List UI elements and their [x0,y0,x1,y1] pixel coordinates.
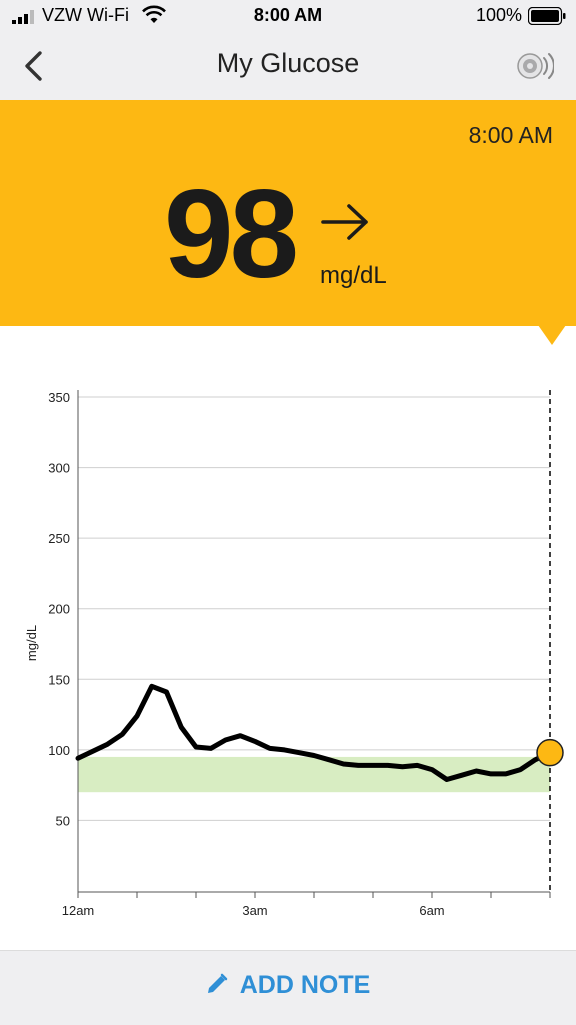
add-note-label: ADD NOTE [239,971,371,999]
glucose-reading-panel: 8:00 AM 98 [0,100,576,326]
x-tick-label: 3am [242,903,267,918]
glucose-value: 98 [164,165,299,304]
sensor-scan-icon[interactable] [514,49,554,83]
nav-bar: My Glucose [0,34,576,100]
status-bar: VZW Wi-Fi 8:00 AM 100% [0,0,576,34]
glucose-chart-svg: 50 100 150 200 250 300 350 12am 3am 6am mg/dL [24,390,564,918]
pencil-icon [207,973,227,993]
y-tick-label: 150 [48,672,70,687]
x-tick-label: 6am [419,903,444,918]
add-note-button[interactable]: ADD NOTE [0,971,576,1000]
y-tick-label: 200 [48,602,70,617]
page-title: My Glucose [216,48,360,78]
battery-percent: 100% [475,5,522,25]
y-tick-label: 250 [48,531,70,546]
y-axis-label: mg/dL [24,625,39,661]
footer: ADD NOTE [0,950,576,1025]
y-tick-label: 100 [48,743,70,758]
target-range-band [78,756,550,793]
reading-time: 8:00 AM [468,122,553,148]
battery-icon [528,7,566,25]
y-tick-label: 50 [56,813,70,828]
reading-pointer [538,325,566,345]
arrow-right-icon [321,204,368,240]
glucose-unit: mg/dL [320,262,387,289]
glucose-chart: 50 100 150 200 250 300 350 12am 3am 6am mg/dL [0,380,576,940]
y-tick-label: 350 [48,390,70,405]
current-reading-point [536,738,564,767]
y-tick-label: 300 [48,461,70,476]
x-tick-label: 12am [62,903,95,918]
